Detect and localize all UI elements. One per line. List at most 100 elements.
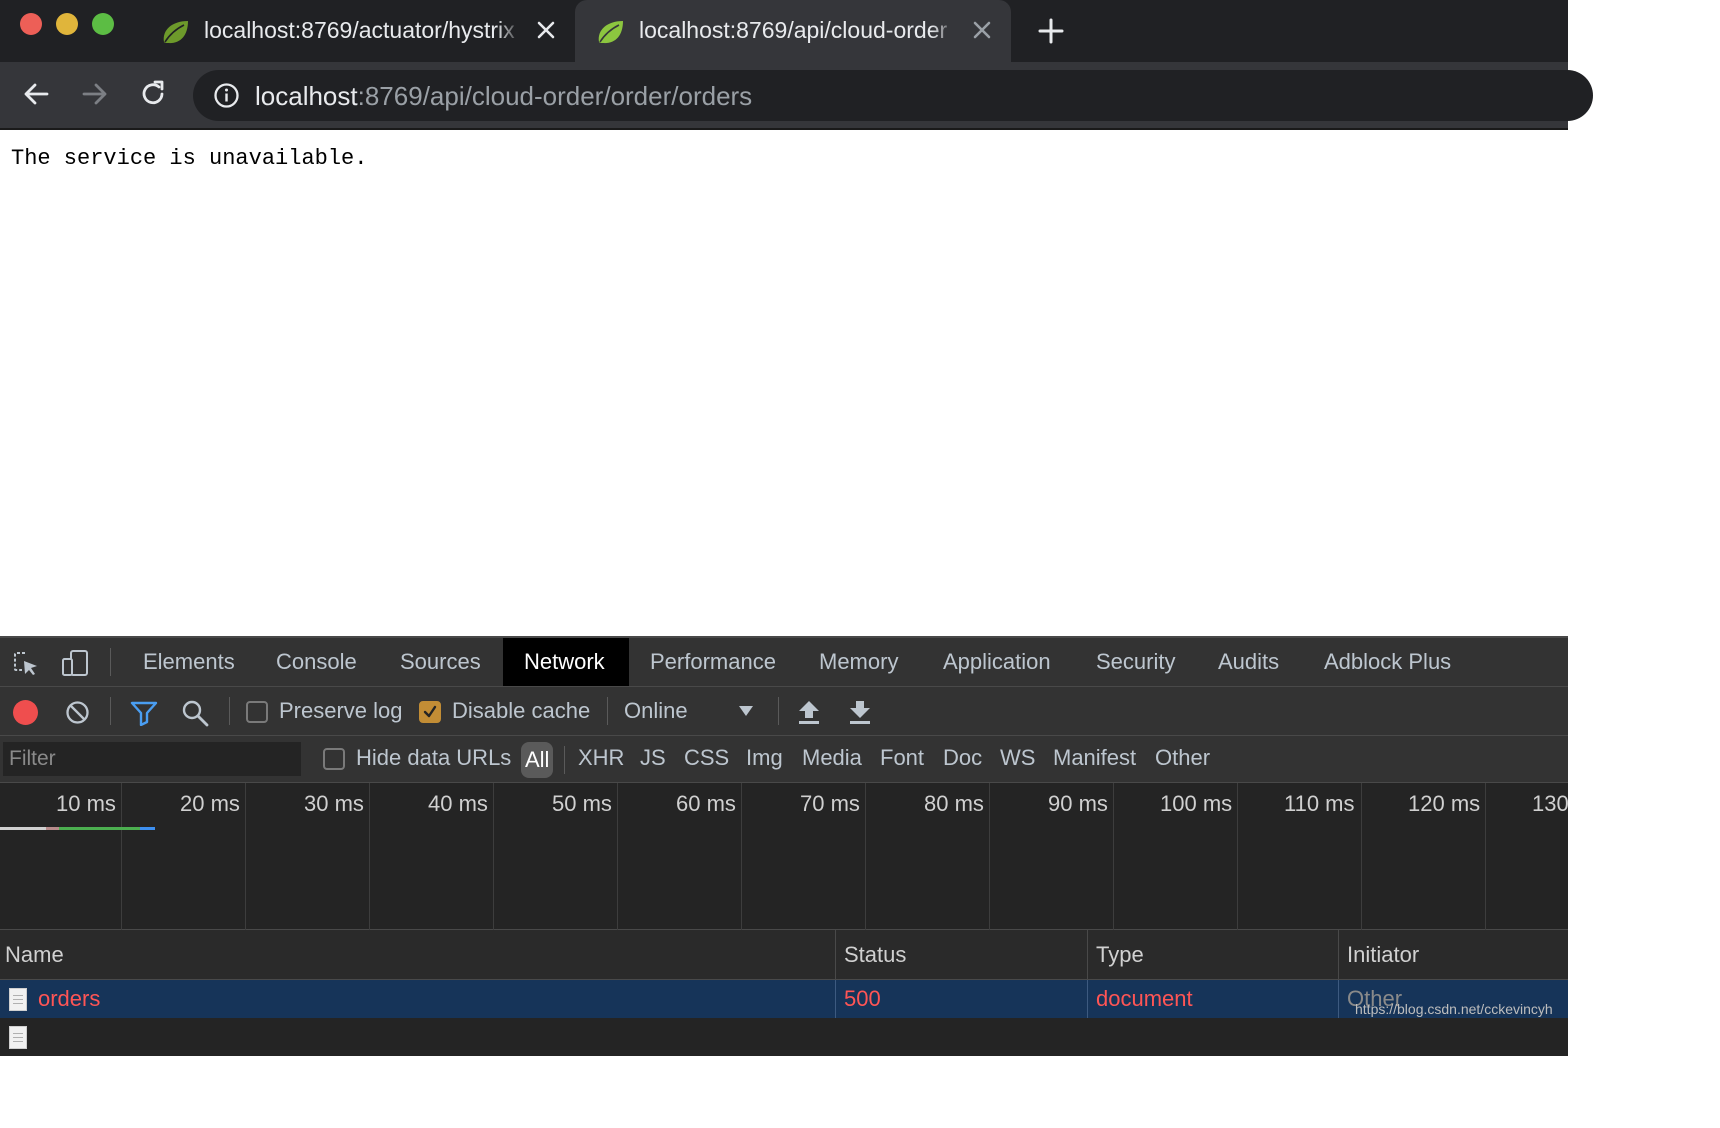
- tab-title: localhost:8769/actuator/hystrix: [204, 17, 515, 43]
- close-tab-icon[interactable]: [534, 18, 558, 42]
- export-har-download-icon[interactable]: [848, 699, 872, 725]
- back-arrow-icon[interactable]: [20, 78, 52, 110]
- timeline-tick-label: 130: [1532, 791, 1569, 816]
- device-toolbar-icon[interactable]: [60, 648, 90, 678]
- waterfall-dns-segment: [46, 827, 59, 830]
- hide-data-urls-checkbox[interactable]: [323, 748, 345, 770]
- document-icon: [9, 1026, 27, 1049]
- reload-icon[interactable]: [137, 78, 169, 110]
- tab-audits[interactable]: Audits: [1197, 638, 1300, 686]
- timeline-tick-label: 60 ms: [676, 791, 736, 816]
- tab-network[interactable]: Network: [503, 638, 629, 686]
- filter-type-media[interactable]: Media: [802, 745, 862, 771]
- devtools-panel: Elements Console Sources Network Perform…: [0, 636, 1569, 1056]
- timeline-tick-label: 50 ms: [552, 791, 612, 816]
- tab-sources[interactable]: Sources: [379, 638, 502, 686]
- browser-tab-cloud-order[interactable]: localhost:8769/api/cloud-order: [575, 0, 1011, 62]
- tab-performance[interactable]: Performance: [629, 638, 797, 686]
- column-header-type[interactable]: Type: [1091, 930, 1339, 980]
- filter-type-img[interactable]: Img: [746, 745, 783, 771]
- checkmark-icon: [423, 705, 437, 718]
- filter-type-doc[interactable]: Doc: [943, 745, 982, 771]
- column-header-name[interactable]: Name: [0, 930, 836, 980]
- filter-type-other[interactable]: Other: [1155, 745, 1210, 771]
- timeline-tick-label: 40 ms: [428, 791, 488, 816]
- timeline-tick-label: 120 ms: [1408, 791, 1481, 816]
- info-icon[interactable]: [213, 82, 240, 109]
- network-timeline-overview[interactable]: 10 ms 20 ms 30 ms 40 ms 50 ms 60 ms 70 m…: [0, 783, 1569, 930]
- tab-elements[interactable]: Elements: [122, 638, 256, 686]
- devtools-tab-bar: Elements Console Sources Network Perform…: [0, 638, 1568, 687]
- new-tab-plus-icon[interactable]: [1036, 16, 1066, 46]
- timeline-tick-label: 70 ms: [800, 791, 860, 816]
- timeline-gridline: [617, 783, 618, 930]
- window-maximize-button[interactable]: [92, 13, 114, 35]
- filter-type-manifest[interactable]: Manifest: [1053, 745, 1136, 771]
- column-divider: [835, 980, 836, 1018]
- window-minimize-button[interactable]: [56, 13, 78, 35]
- table-row[interactable]: [0, 1018, 1568, 1056]
- timeline-tick-label: 20 ms: [180, 791, 240, 816]
- timeline-tick-label: 110 ms: [1284, 791, 1355, 816]
- timeline-gridline: [121, 783, 122, 930]
- tab-title: localhost:8769/api/cloud-order: [639, 17, 948, 43]
- timeline-gridline: [741, 783, 742, 930]
- toolbar-separator: [110, 697, 111, 725]
- toolbar-separator: [110, 648, 111, 676]
- timeline-gridline: [245, 783, 246, 930]
- filter-funnel-icon[interactable]: [130, 700, 158, 726]
- table-header: Name Status Type Initiator: [0, 930, 1568, 980]
- tab-adblock-plus[interactable]: Adblock Plus: [1303, 638, 1472, 686]
- toolbar-separator: [778, 697, 779, 725]
- timeline-tick-label: 30 ms: [304, 791, 364, 816]
- document-icon: [9, 988, 27, 1011]
- url-text: localhost:8769/api/cloud-order/order/ord…: [255, 81, 752, 112]
- filter-type-ws[interactable]: WS: [1000, 745, 1035, 771]
- close-tab-icon[interactable]: [970, 18, 994, 42]
- disable-cache-checkbox[interactable]: [419, 701, 441, 723]
- toolbar-separator: [607, 697, 608, 725]
- hide-data-urls-label: Hide data URLs: [356, 745, 512, 770]
- timeline-gridline: [369, 783, 370, 930]
- filter-type-all[interactable]: All: [521, 742, 554, 778]
- browser-tab-hystrix[interactable]: localhost:8769/actuator/hystrix: [140, 0, 575, 62]
- network-filter-bar: Hide data URLs All XHR JS CSS Img Media …: [0, 736, 1568, 783]
- record-icon[interactable]: [12, 699, 39, 726]
- throttling-select[interactable]: Online: [624, 698, 688, 724]
- disable-cache-label: Disable cache: [452, 698, 591, 723]
- filter-type-js[interactable]: JS: [640, 745, 666, 771]
- timeline-gridline: [865, 783, 866, 930]
- table-row[interactable]: orders 500 document Other: [0, 980, 1568, 1018]
- timeline-gridline: [493, 783, 494, 930]
- spring-leaf-icon: [163, 21, 188, 44]
- filter-type-css[interactable]: CSS: [684, 745, 729, 771]
- tab-memory[interactable]: Memory: [798, 638, 919, 686]
- address-bar[interactable]: localhost:8769/api/cloud-order/order/ord…: [193, 70, 1593, 121]
- timeline-tick-label: 10 ms: [56, 791, 116, 816]
- waterfall-waiting-segment: [59, 827, 140, 830]
- timeline-tick-label: 100 ms: [1160, 791, 1233, 816]
- spring-leaf-icon: [598, 21, 623, 44]
- network-requests-table: Name Status Type Initiator orders 500 do…: [0, 930, 1568, 1056]
- timeline-tick-label: 80 ms: [924, 791, 984, 816]
- column-header-status[interactable]: Status: [839, 930, 1088, 980]
- timeline-tick-label: 90 ms: [1048, 791, 1108, 816]
- filter-type-xhr[interactable]: XHR: [578, 745, 624, 771]
- filter-type-font[interactable]: Font: [880, 745, 924, 771]
- chevron-down-icon[interactable]: [738, 705, 754, 717]
- preserve-log-label: Preserve log: [279, 698, 403, 723]
- preserve-log-checkbox[interactable]: [246, 701, 268, 723]
- forward-arrow-icon[interactable]: [79, 78, 111, 110]
- tab-security[interactable]: Security: [1075, 638, 1196, 686]
- tab-application[interactable]: Application: [922, 638, 1072, 686]
- toolbar-separator: [229, 697, 230, 725]
- tab-console[interactable]: Console: [255, 638, 378, 686]
- filter-input[interactable]: [3, 742, 301, 776]
- search-icon[interactable]: [181, 699, 209, 727]
- timeline-gridline: [1361, 783, 1362, 930]
- inspect-element-icon[interactable]: [12, 650, 40, 678]
- import-har-upload-icon[interactable]: [797, 699, 821, 725]
- window-close-button[interactable]: [20, 13, 42, 35]
- clear-icon[interactable]: [65, 700, 90, 725]
- column-header-initiator[interactable]: Initiator: [1342, 930, 1568, 980]
